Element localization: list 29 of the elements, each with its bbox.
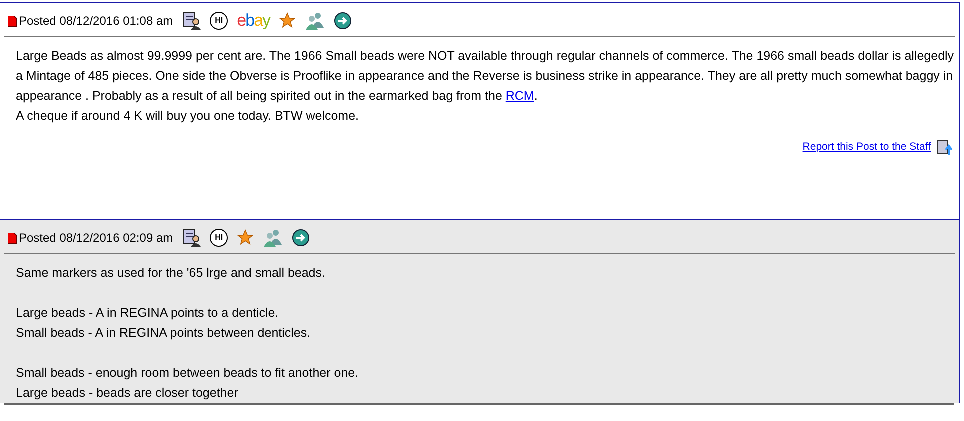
document-icon — [8, 233, 17, 244]
post-date: Posted 08/12/2016 02:09 am — [19, 230, 174, 246]
say-hi-button[interactable]: HI — [210, 228, 228, 246]
post-text: Same markers as used for the '65 lrge and small beads. — [16, 265, 326, 282]
buddy-button[interactable] — [305, 12, 326, 30]
people-icon — [263, 228, 284, 246]
rcm-link[interactable]: RCM — [506, 89, 534, 103]
buddy-button[interactable] — [263, 228, 284, 246]
post-text: Large beads - beads are closer together — [16, 385, 240, 402]
say-hi-button[interactable]: HI — [210, 12, 228, 30]
star-button[interactable] — [237, 228, 254, 246]
post-text: Large Beads as almost 99.9999 per cent are. The 1966 Small beads were NOT available through regular channels of commerce. The 1966 small beads dollar is allegedly a Mintage of 485 pieces. One side the Obverse is Prooflike in appearance and the Reverse is business strike in appearance. They are all pretty much somewhat baggy in appearance . Probably as a result of all being spirited out in the earmarked bag from the RCM. — [16, 48, 955, 105]
profile-button[interactable] — [183, 12, 202, 30]
profile-button[interactable] — [183, 228, 202, 246]
report-link[interactable]: Report this Post to the Staff — [802, 140, 931, 156]
post-date: Posted 08/12/2016 01:08 am — [19, 12, 174, 30]
website-button[interactable] — [334, 12, 352, 30]
star-icon — [237, 229, 254, 246]
people-icon — [305, 12, 326, 30]
ebay-link[interactable]: ebay — [237, 12, 270, 30]
post-text: Large beads - A in REGINA points to a denticle. — [16, 305, 280, 322]
post-text: Small beads - enough room between beads to fit another one. — [16, 365, 360, 382]
star-icon — [279, 12, 296, 29]
report-icon — [937, 140, 953, 156]
website-button[interactable] — [292, 228, 310, 246]
document-icon — [8, 16, 17, 27]
post-text: A cheque if around 4 K will buy you one today. BTW welcome. — [16, 108, 360, 125]
post-text: Small beads - A in REGINA points between denticles. — [16, 325, 312, 342]
star-button[interactable] — [279, 12, 296, 30]
